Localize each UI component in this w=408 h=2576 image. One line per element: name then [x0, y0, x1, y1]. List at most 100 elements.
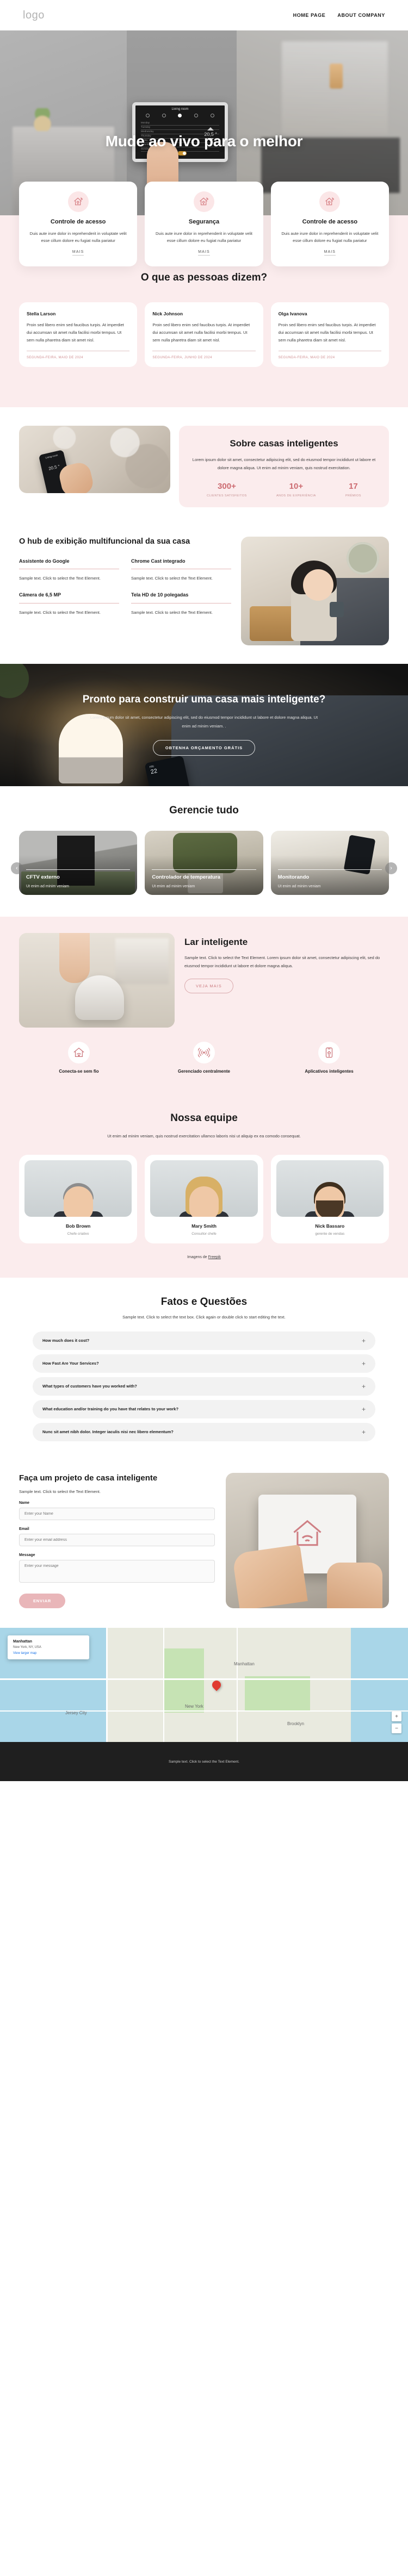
feature-title: Controle de acesso [302, 219, 358, 225]
site-logo[interactable]: logo [23, 9, 45, 22]
smart-home-icon-label: Aplicativos inteligentes [305, 1068, 354, 1074]
faq-item[interactable]: What education and/or training do you ha… [33, 1399, 375, 1418]
chevron-right-icon[interactable]: › [385, 862, 397, 874]
smart-home-icon-item: Conecta-se sem fio [19, 1041, 139, 1075]
testimonial-card: Nick Johnson Proin sed libero enim sed f… [145, 302, 263, 367]
map-zoom-out-button[interactable]: − [392, 1723, 401, 1734]
nav-item-home-page[interactable]: HOME PAGE [293, 13, 326, 18]
stat-label: CLIENTES SATISFEITOS [207, 494, 247, 498]
faq-question: How Fast Are Your Services? [42, 1361, 99, 1366]
smart-home-icon-label: Gerenciado centralmente [177, 1068, 231, 1074]
hub-feature-grid: Assistente do Google Sample text. Click … [19, 558, 231, 616]
see-more-button[interactable]: VEJA MAIS [184, 979, 233, 994]
manage-card-title: CFTV externo [26, 874, 60, 880]
message-input[interactable] [19, 1560, 215, 1583]
team-member-role: gerente de vendas [315, 1231, 345, 1236]
feature-title: Controle de acesso [50, 219, 106, 225]
hub-feature: Chrome Cast integrado Sample text. Click… [131, 558, 231, 582]
about-text-panel: Sobre casas inteligentes Lorem ipsum dol… [179, 425, 389, 507]
map-label-new-york: New York [185, 1704, 203, 1709]
team-section: Nossa equipe Ut enim ad minim veniam, qu… [0, 1096, 408, 1278]
testimonial-text: Proin sed libero enim sed faucibus turpi… [278, 322, 376, 343]
smart-home-title: Lar inteligente [184, 936, 248, 947]
manage-title: Gerencie tudo [169, 804, 239, 816]
manage-card-subtitle: Ut enim ad minim veniam [26, 884, 69, 888]
map-zoom-controls: + − [392, 1712, 401, 1734]
map-zoom-in-button[interactable]: + [392, 1712, 401, 1722]
faq-item[interactable]: How Fast Are Your Services? + [33, 1354, 375, 1373]
testimonials-title: O que as pessoas dizem? [140, 272, 268, 284]
team-member-card: Mary Smith Consultor chefe [145, 1154, 263, 1243]
hub-feature-text: Sample text. Click to select the Text El… [19, 609, 101, 615]
feature-card[interactable]: Controle de acesso Duis aute irure dolor… [19, 182, 138, 267]
manage-card[interactable]: CFTV externo Ut enim ad minim veniam [19, 830, 138, 895]
feature-more-link[interactable]: MAIS [324, 250, 336, 256]
chevron-left-icon[interactable]: ‹ [11, 862, 23, 874]
name-field-label: Name [19, 1501, 30, 1505]
features-section: Controle de acesso Duis aute irure dolor… [0, 182, 408, 407]
feature-text: Duis aute irure dolor in reprehenderit i… [29, 231, 127, 244]
contact-title: Faça um projeto de casa inteligente [19, 1473, 158, 1483]
map-section[interactable]: Manhattan New York, NY, USA View larger … [0, 1628, 408, 1743]
team-member-card: Nick Bassaro gerente de vendas [270, 1154, 389, 1243]
testimonials-section: O que as pessoas dizem? Stella Larson Pr… [0, 270, 408, 389]
feature-more-link[interactable]: MAIS [198, 250, 210, 256]
stat-number: 300+ [218, 482, 236, 491]
submit-button[interactable]: ENVIAR [19, 1594, 66, 1609]
footer-text: Sample text. Click to select the Text El… [169, 1759, 239, 1764]
hub-feature: Assistente do Google Sample text. Click … [19, 558, 119, 582]
cta-button[interactable]: OBTENHA ORÇAMENTO GRÁTIS [152, 740, 256, 756]
smart-home-section: Lar inteligente Sample text. Click to se… [0, 916, 408, 1097]
plus-icon[interactable]: + [362, 1406, 366, 1413]
feature-text: Duis aute irure dolor in reprehenderit i… [281, 231, 379, 244]
faq-item[interactable]: What types of customers have you worked … [33, 1377, 375, 1396]
about-photo: Living room 20.5 ° [19, 425, 170, 493]
email-field-label: Email [19, 1527, 29, 1532]
map-place-address: New York, NY, USA [13, 1646, 41, 1650]
manage-card[interactable]: Monitorando Ut enim ad minim veniam [270, 830, 389, 895]
hub-feature: Câmera de 6,5 MP Sample text. Click to s… [19, 592, 119, 615]
smart-home-wifi-icon [67, 191, 89, 212]
plus-icon[interactable]: + [362, 1429, 366, 1435]
feature-more-link[interactable]: MAIS [72, 250, 84, 256]
feature-title: Segurança [188, 219, 220, 225]
stat-label: PRÊMIOS [345, 494, 361, 498]
map-info-card[interactable]: Manhattan New York, NY, USA View larger … [8, 1635, 89, 1660]
avatar [150, 1160, 258, 1217]
smart-home-wifi-icon [319, 191, 341, 212]
manage-card[interactable]: Controlador de temperatura Ut enim ad mi… [145, 830, 263, 895]
testimonial-card: Olga Ivanova Proin sed libero enim sed f… [270, 302, 389, 367]
feature-card[interactable]: Controle de acesso Duis aute irure dolor… [270, 182, 389, 267]
faq-item[interactable]: Nunc sit amet nibh dolor. Integer iaculi… [33, 1422, 375, 1441]
faq-item[interactable]: How much does it cost? + [33, 1331, 375, 1350]
faq-section: Fatos e Questões Sample text. Click to s… [0, 1277, 408, 1467]
plus-icon[interactable]: + [362, 1337, 366, 1344]
site-footer: Sample text. Click to select the Text El… [0, 1742, 408, 1782]
hub-feature-title: Câmera de 6,5 MP [19, 592, 61, 598]
hub-section: O hub de exibição multifuncional da sua … [0, 519, 408, 664]
testimonial-list: Stella Larson Proin sed libero enim sed … [19, 302, 389, 367]
feature-text: Duis aute irure dolor in reprehenderit i… [155, 231, 252, 244]
panel-icon-power [146, 114, 150, 117]
stat-number: 17 [349, 482, 358, 491]
manage-section: Gerencie tudo CFTV externo Ut enim ad mi… [0, 786, 408, 917]
testimonial-card: Stella Larson Proin sed libero enim sed … [19, 302, 138, 367]
map-larger-link[interactable]: View larger map [13, 1652, 84, 1655]
nav-item-about-company[interactable]: ABOUT COMPANY [337, 13, 385, 18]
plus-icon[interactable]: + [362, 1383, 366, 1390]
smart-home-text: Sample text. Click to select the Text El… [184, 955, 380, 968]
map-pin-icon[interactable] [210, 1678, 223, 1691]
feature-card[interactable]: Segurança Duis aute irure dolor in repre… [145, 182, 263, 267]
email-input[interactable] [19, 1534, 215, 1547]
image-credit-link[interactable]: Freepik [208, 1255, 221, 1259]
hub-feature-title: Assistente do Google [19, 558, 70, 564]
plus-icon[interactable]: + [362, 1360, 366, 1367]
main-nav: HOME PAGE ABOUT COMPANY [293, 13, 385, 18]
smart-home-icon-item: Gerenciado centralmente [144, 1041, 264, 1075]
panel-icon-fan [194, 114, 199, 117]
name-input[interactable] [19, 1508, 215, 1521]
panel-icon-light [178, 114, 182, 117]
divider [152, 869, 256, 870]
manage-card-subtitle: Ut enim ad minim veniam [277, 884, 321, 888]
panel-icon-lock [162, 114, 166, 117]
